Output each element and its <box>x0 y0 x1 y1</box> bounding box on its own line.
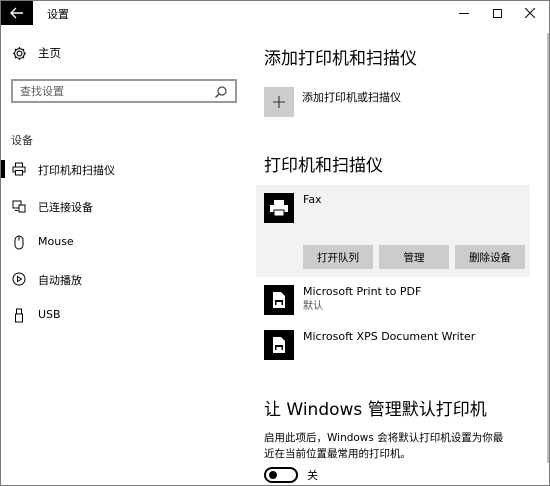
document-printer-icon <box>264 330 294 360</box>
sidebar-item-label: 已连接设备 <box>38 201 93 214</box>
maximize-icon <box>492 8 502 18</box>
close-button[interactable] <box>507 1 549 25</box>
sidebar-item-usb[interactable]: USB <box>1 304 247 326</box>
add-printer-label: 添加打印机或扫描仪 <box>302 91 401 104</box>
autoplay-icon <box>11 271 27 287</box>
sidebar: 主页 查找设置 设备 打印机和扫描仪 已连接设备 Mouse 自动播放 USB <box>1 25 247 485</box>
sidebar-item-label: Mouse <box>38 235 74 248</box>
search-input[interactable]: 查找设置 <box>11 79 237 103</box>
document-printer-icon <box>264 285 294 315</box>
minimize-icon <box>459 12 469 14</box>
default-printer-description: 启用此项后，Windows 会将默认打印机设置为你最 近在当前位置最常用的打印机… <box>264 430 534 462</box>
toggle-state-label: 关 <box>307 469 318 482</box>
default-printer-heading: 让 Windows 管理默认打印机 <box>264 400 487 420</box>
printer-name: Fax <box>303 193 322 206</box>
printer-item-xps[interactable]: Microsoft XPS Document Writer <box>264 330 475 360</box>
close-icon <box>525 8 535 18</box>
section-heading-devices: 设备 <box>11 134 33 147</box>
printer-status: 默认 <box>303 301 323 312</box>
remove-device-button[interactable]: 删除设备 <box>455 245 525 269</box>
sidebar-item-label: 打印机和扫描仪 <box>38 164 115 177</box>
home-label: 主页 <box>38 46 61 60</box>
mouse-icon <box>11 234 27 250</box>
sidebar-item-label: 自动播放 <box>38 274 82 287</box>
scrollbar-thumb[interactable] <box>547 33 549 463</box>
sidebar-item-autoplay[interactable]: 自动播放 <box>1 268 247 290</box>
manage-button[interactable]: 管理 <box>379 245 449 269</box>
open-queue-button[interactable]: 打开队列 <box>303 245 373 269</box>
active-indicator <box>1 160 5 178</box>
default-printer-toggle[interactable] <box>264 467 298 483</box>
search-placeholder: 查找设置 <box>20 85 64 98</box>
default-printer-toggle-row[interactable]: 关 <box>264 467 318 483</box>
gear-icon <box>11 45 27 61</box>
add-printers-heading: 添加打印机和扫描仪 <box>264 49 417 69</box>
sidebar-item-mouse[interactable]: Mouse <box>1 231 247 253</box>
connected-devices-icon <box>11 198 27 214</box>
fax-printer-icon <box>264 193 294 223</box>
back-arrow-icon <box>10 7 23 19</box>
search-icon <box>215 86 227 98</box>
main-content: 添加打印机和扫描仪 添加打印机或扫描仪 打印机和扫描仪 Fax 打开队列 管理 … <box>247 25 549 485</box>
printer-icon <box>11 161 27 177</box>
title-bar: 设置 <box>1 1 549 25</box>
sidebar-item-connected-devices[interactable]: 已连接设备 <box>1 195 247 217</box>
usb-icon <box>11 307 27 323</box>
sidebar-item-printers[interactable]: 打印机和扫描仪 <box>1 158 247 180</box>
printer-name: Microsoft Print to PDF <box>303 285 422 298</box>
printer-item-pdf[interactable]: Microsoft Print to PDF 默认 <box>264 285 421 315</box>
settings-window: 设置 主页 查找设置 设备 打印机和扫描仪 已连接设备 Mouse 自动播放 U… <box>0 0 550 486</box>
add-printer-button[interactable]: 添加打印机或扫描仪 <box>264 87 401 117</box>
printer-item-fax[interactable]: Fax <box>264 193 322 223</box>
toggle-knob <box>269 471 277 479</box>
home-nav-item[interactable]: 主页 <box>11 44 61 62</box>
plus-tile <box>264 87 294 117</box>
plus-icon <box>273 96 285 108</box>
back-button[interactable] <box>1 1 33 25</box>
sidebar-item-label: USB <box>38 308 61 321</box>
window-title: 设置 <box>47 8 69 21</box>
printer-name: Microsoft XPS Document Writer <box>303 330 476 343</box>
description-line-1: 启用此项后，Windows 会将默认打印机设置为你最 <box>264 432 504 444</box>
description-line-2: 近在当前位置最常用的打印机。 <box>264 448 411 460</box>
printers-heading: 打印机和扫描仪 <box>264 156 383 176</box>
